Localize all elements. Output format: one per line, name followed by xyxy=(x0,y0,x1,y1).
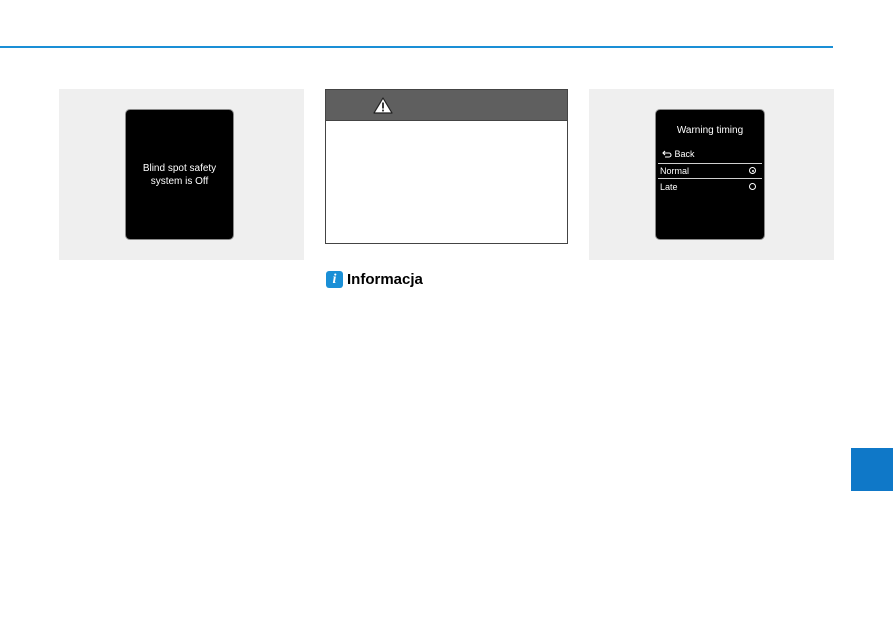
back-arrow-icon xyxy=(662,150,672,158)
chapter-tab xyxy=(851,448,893,491)
menu-option-normal[interactable]: Normal xyxy=(658,163,762,179)
display-message: Blind spot safety system is Off xyxy=(142,163,217,187)
menu-option-label: Normal xyxy=(660,166,690,176)
cluster-display-menu: Warning timing Back Normal Late xyxy=(656,110,764,239)
radio-selected-icon xyxy=(749,167,756,174)
figure-blind-spot-off: Blind spot safety system is Off xyxy=(59,89,304,260)
menu-back-label: Back xyxy=(674,149,695,159)
menu-back-item[interactable]: Back xyxy=(662,149,695,159)
menu-title: Warning timing xyxy=(676,125,744,136)
radio-unselected-icon xyxy=(749,183,756,190)
info-label: Informacja xyxy=(347,271,423,288)
cluster-display: Blind spot safety system is Off xyxy=(126,110,233,239)
info-icon: i xyxy=(326,271,343,288)
warning-triangle-icon xyxy=(373,97,393,114)
header-rule xyxy=(0,46,833,48)
warning-box xyxy=(325,89,568,244)
figure-warning-timing: Warning timing Back Normal Late xyxy=(589,89,834,260)
warning-header xyxy=(326,90,567,121)
menu-option-late[interactable]: Late xyxy=(658,180,762,194)
menu-option-label: Late xyxy=(660,182,678,192)
